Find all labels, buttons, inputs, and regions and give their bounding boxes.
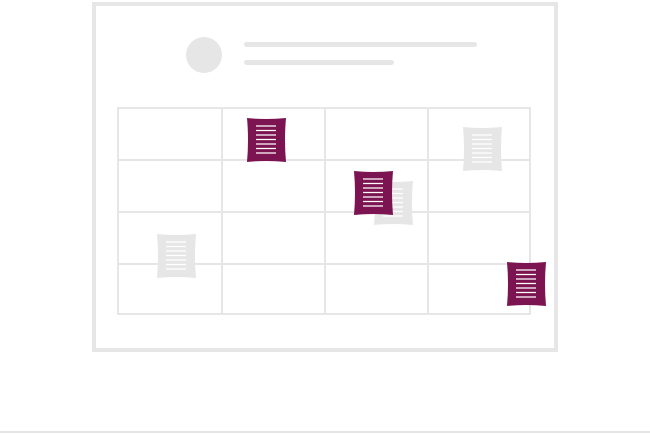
title-placeholder-line (244, 42, 477, 47)
document-note-icon (354, 171, 393, 215)
document-note-icon (507, 262, 546, 306)
note-accent-3 (505, 261, 547, 307)
note-neutral-1 (461, 126, 503, 172)
document-note-icon (247, 118, 286, 162)
grid-row-divider (119, 211, 529, 213)
illustration (0, 0, 650, 435)
document-note-icon (157, 234, 196, 278)
document-note-icon (463, 127, 502, 171)
note-accent-1 (245, 117, 287, 163)
avatar-placeholder-icon (186, 37, 222, 73)
note-accent-2 (352, 170, 394, 216)
subtitle-placeholder-line (244, 60, 394, 65)
note-neutral-3 (155, 233, 197, 279)
ground-line (0, 431, 650, 433)
